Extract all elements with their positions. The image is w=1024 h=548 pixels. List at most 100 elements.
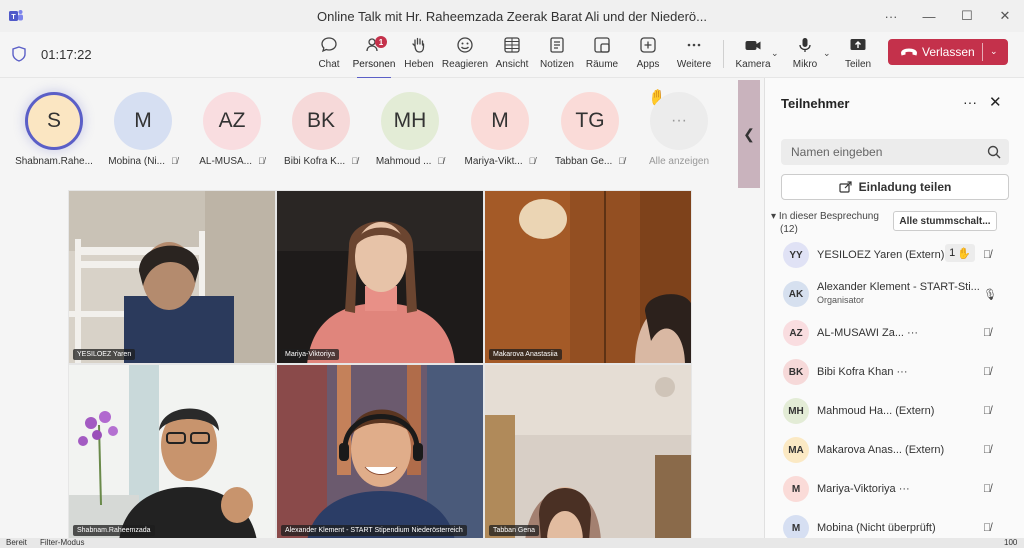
strip-avatar[interactable]: TG Tabban Ge... 🎙̸	[545, 92, 635, 167]
participant-name: Mahmoud Ha... (Extern)	[817, 405, 935, 417]
avatar-name-row: Mobina (Ni... 🎙̸	[98, 156, 188, 167]
grid-view-icon	[502, 35, 522, 55]
participant-row[interactable]: AK Alexander Klement - START-Sti... Orga…	[781, 279, 1011, 313]
video-feed	[69, 365, 275, 539]
people-button[interactable]: 1 Personen	[353, 35, 395, 79]
avatar-initials: MH	[393, 109, 427, 132]
strip-avatar[interactable]: S Shabnam.Rahe...	[9, 92, 99, 167]
tile-name-label: Shabnam.Raheemzada	[73, 525, 155, 536]
avatar-name: AL-MUSA...	[199, 156, 253, 167]
video-feed	[277, 191, 483, 363]
video-tile[interactable]: Shabnam.Raheemzada	[68, 364, 276, 540]
avatar-name-row: Shabnam.Rahe...	[9, 156, 99, 167]
avatar-initials: M	[491, 109, 509, 132]
avatar-initials: S	[46, 109, 61, 132]
video-feed	[69, 191, 275, 363]
participant-row[interactable]: M Mariya-Viktoriya ··· 🎙̸	[781, 474, 1011, 508]
show-all-button[interactable]: ··· Alle anzeigen	[634, 92, 724, 167]
share-invite-button[interactable]: Einladung teilen	[781, 174, 1009, 200]
strip-avatar[interactable]: AZ AL-MUSA... 🎙̸	[187, 92, 277, 167]
participant-name: Alexander Klement - START-Sti...	[817, 281, 980, 293]
avatar-initials: AZ	[218, 109, 246, 132]
collapse-strip-chevron-icon[interactable]: ❮	[738, 80, 760, 188]
mic-off-icon[interactable]: 🎙̸	[983, 405, 991, 417]
participant-name: Bibi Kofra Khan ···	[817, 366, 908, 378]
mic-off-icon[interactable]: 🎙̸	[983, 327, 991, 339]
section-header[interactable]: ▾ In dieser Besprechung (12)	[771, 210, 879, 236]
camera-button[interactable]: Kamera	[736, 35, 771, 75]
avatar-name-row: Bibi Kofra K... 🎙̸	[276, 156, 366, 167]
mic-off-icon[interactable]: 🎙̸	[983, 249, 991, 261]
chat-icon	[319, 35, 339, 55]
avatar: MH	[381, 92, 439, 150]
panel-more-button[interactable]: ···	[963, 94, 977, 110]
video-tile[interactable]: Makarova Anastasiia	[484, 190, 692, 364]
leave-options-chevron-icon[interactable]: ⌄	[990, 46, 998, 57]
avatar: AK	[783, 281, 809, 307]
participant-role: Organisator	[817, 295, 865, 305]
strip-avatar[interactable]: M Mariya-Vikt... 🎙̸	[455, 92, 545, 167]
avatar-initials: AK	[788, 288, 804, 300]
panel-close-icon[interactable]: ✕	[989, 93, 1002, 111]
mic-off-icon[interactable]: 🎙̸	[983, 366, 991, 378]
participant-row[interactable]: MH Mahmoud Ha... (Extern) 🎙̸	[781, 396, 1011, 430]
mic-off-icon[interactable]: 🎙̸	[983, 444, 991, 456]
avatar-initials: YY	[789, 249, 803, 261]
raise-hand-button[interactable]: Heben	[404, 35, 434, 75]
strip-avatar[interactable]: BK Bibi Kofra K... 🎙̸	[276, 92, 366, 167]
participant-row[interactable]: MA Makarova Anas... (Extern) 🎙̸	[781, 435, 1011, 469]
chat-label: Chat	[318, 59, 340, 70]
mute-all-button[interactable]: Alle stummschalt...	[893, 211, 997, 231]
window-more-button[interactable]: ···	[872, 0, 910, 32]
participant-row[interactable]: YY YESILOEZ Yaren (Extern) 1 ✋ 🎙̸	[781, 240, 1011, 274]
avatar: YY	[783, 242, 809, 268]
show-all-icon-text: ···	[671, 112, 687, 129]
avatar-name-row: Mahmoud ... 🎙̸	[365, 156, 455, 167]
mic-options-chevron-icon[interactable]: ⌄	[823, 48, 831, 59]
maximize-button[interactable]: ☐	[948, 0, 986, 32]
rooms-label: Räume	[585, 59, 619, 70]
react-button[interactable]: Reagieren	[442, 35, 488, 75]
participant-name: Mobina (Nicht überprüft)	[817, 522, 936, 534]
tile-name-label: Alexander Klement - START Stipendium Nie…	[281, 525, 467, 536]
mic-off-icon[interactable]: 🎙̸	[983, 522, 991, 534]
close-window-button[interactable]: ✕	[986, 0, 1024, 32]
participant-row[interactable]: AZ AL-MUSAWI Za... ··· 🎙̸	[781, 318, 1011, 352]
video-tile[interactable]: Mariya-Viktoriya	[276, 190, 484, 364]
notes-button[interactable]: Notizen	[540, 35, 574, 75]
status-filter-mode: Filter-Modus	[40, 538, 85, 547]
apps-button[interactable]: Apps	[636, 35, 660, 75]
rooms-button[interactable]: Räume	[585, 35, 619, 75]
strip-avatar[interactable]: M Mobina (Ni... 🎙̸	[98, 92, 188, 167]
mic-off-icon[interactable]: 🎙̸	[983, 483, 991, 495]
people-badge: 1	[375, 36, 387, 48]
title-bar: T Online Talk mit Hr. Raheemzada Zeerak …	[0, 0, 1024, 32]
section-label: In dieser Besprechung	[778, 211, 879, 222]
chat-button[interactable]: Chat	[316, 35, 342, 75]
view-button[interactable]: Ansicht	[496, 35, 528, 75]
camera-options-chevron-icon[interactable]: ⌄	[771, 48, 779, 59]
status-ready: Bereit	[6, 538, 27, 547]
participant-search-input[interactable]	[781, 139, 1009, 165]
participant-row[interactable]: BK Bibi Kofra Khan ··· 🎙̸	[781, 357, 1011, 391]
avatar-initials: BK	[306, 109, 335, 132]
strip-avatar[interactable]: MH Mahmoud ... 🎙̸	[365, 92, 455, 167]
microphone-icon	[795, 35, 815, 55]
mic-off-icon: 🎙̸	[437, 156, 445, 166]
video-tile[interactable]: Alexander Klement - START Stipendium Nie…	[276, 364, 484, 540]
video-feed	[277, 365, 483, 539]
minimize-button[interactable]: —	[910, 0, 948, 32]
avatar-name: Bibi Kofra K...	[284, 156, 346, 167]
avatar-initials: MA	[788, 444, 804, 456]
video-tile[interactable]: YESILOEZ Yaren	[68, 190, 276, 364]
leave-button[interactable]: Verlassen ⌄	[888, 39, 1008, 65]
tile-name-label: Makarova Anastasiia	[489, 349, 562, 360]
camera-icon	[743, 35, 763, 55]
mic-off-icon: 🎙̸	[170, 156, 178, 166]
mic-button[interactable]: Mikro	[792, 35, 818, 75]
share-button[interactable]: Teilen	[845, 35, 871, 75]
meeting-timer: 01:17:22	[41, 47, 92, 62]
microphone-icon[interactable]: 🎙	[983, 288, 997, 301]
video-tile[interactable]: Tabban Gena	[484, 364, 692, 540]
more-actions-button[interactable]: Weitere	[677, 35, 711, 75]
